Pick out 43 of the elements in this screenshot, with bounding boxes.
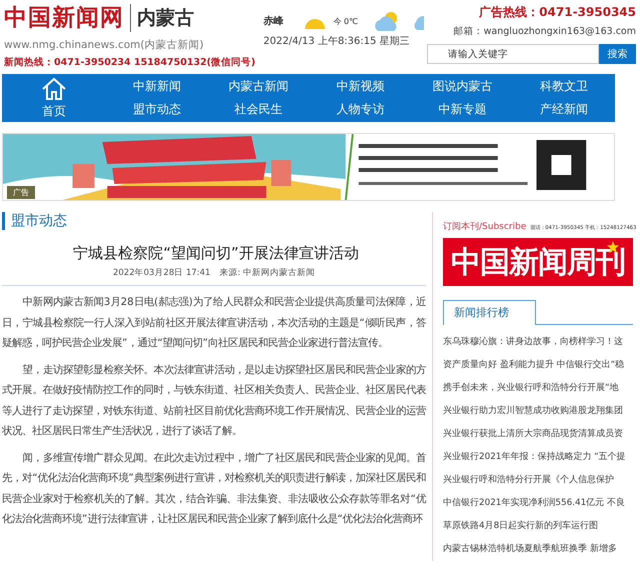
nav-link[interactable]: 中新专题 (411, 101, 514, 118)
search-field[interactable]: 请输入关键字 (427, 44, 599, 64)
ranking-link[interactable]: 草原铁路4月8日起实行新的列车运行图 (443, 515, 633, 538)
site-logo[interactable]: 中国新闻网 (4, 4, 131, 32)
home-icon (41, 76, 67, 100)
article-meta: 2022年03月28日 17:41 来源: 中新网内蒙古新闻 (2, 267, 426, 286)
nav-link[interactable]: 产经新闻 (513, 101, 615, 118)
ranking-link[interactable]: 兴业银行助力宏川智慧成功收购港股龙翔集团 (443, 400, 633, 423)
nav-link[interactable]: 盟市动态 (106, 101, 208, 118)
subscribe-link[interactable]: 订阅本刊/Subscribe (443, 220, 526, 233)
article-paragraph: 中新网内蒙古新闻3月28日电(郝志强)为了给人民群众和民营企业提供高质量司法保障，近日，宁城县检察院一行人深入到站前社区开展法律宣讲活动，本次活动的主题是“倾听民声，答疑解惑，呵护民营企业发展”，通过“望闻问切”向社区居民和民营企业家进行普法宣传。 (2, 295, 426, 351)
ad-hotline: 广告热线：0471-3950345 (479, 4, 636, 21)
section-heading: 盟市动态 (2, 212, 432, 230)
date-time: 2022/4/13 上午8:36:15 星期三 (263, 34, 411, 48)
ranking-tab[interactable]: 新闻排行榜 (443, 300, 536, 325)
email-address: 邮箱：wangluozhongxin163@163.com (454, 25, 636, 38)
magazine-banner[interactable]: 中国新闻周刊 (443, 238, 633, 286)
ranking-link[interactable]: 兴业银行获批上清所大宗商品现货清算成员资 (443, 423, 633, 446)
nav-link[interactable]: 科教文卫 (513, 78, 615, 95)
ranking-link[interactable]: 东乌珠穆沁旗：讲身边故事，向榜样学习！这 (443, 331, 633, 354)
region-title: 内蒙古 (136, 6, 194, 31)
ranking-link[interactable]: 内蒙古锡林浩特机场夏航季航班换季 新增多 (443, 538, 633, 561)
article-paragraph: 望，走访探望彰显检察关怀。本次法律宣讲活动，是以走访探望社区居民和民营企业家的方式开展。在做好疫情防控工作的同时，与铁东街道、社区相关负责人、民营企业、社区居民代表等人进行了走访探望，对铁东街道、站前社区目前优化营商环境工作开展情况、民营企业的运营状况、社区居民日常生产生活状况，进行了谈话了解。 (2, 362, 426, 439)
news-hotline: 新闻热线：0471-3950234 15184750132(微信同号) (4, 56, 256, 69)
ranking-link[interactable]: 兴业银行2021年年报：保持战略定力 “五个提 (443, 446, 633, 469)
nav-link[interactable]: 中新新闻 (106, 78, 208, 95)
ad-label: 广告 (7, 186, 35, 199)
ranking-link[interactable]: 中信银行2021年实现净利润556.41亿元 不良 (443, 492, 633, 515)
article-title: 宁城县检察院“望闻问切”开展法律宣讲活动 (72, 244, 360, 263)
nav-link[interactable]: 内蒙古新闻 (208, 78, 310, 95)
ranking-link[interactable]: 资产质量向好 盈利能力提升 中信银行交出“稳 (443, 354, 633, 377)
weather-temp: 今 0℃ (333, 16, 358, 26)
nav-link[interactable]: 图说内蒙古 (411, 78, 514, 95)
weather-city: 赤峰 (263, 14, 284, 28)
article-paragraph: 闻，多维宣传增广群众见闻。在此次走访过程中，增广了社区居民和民营企业家的见闻。首先，对“优化法治化营商环境”典型案例进行宣讲，对检察机关的职责进行解读，加深社区居民和民营企业家对于检察机关的了解。其次，结合诈骗、非法集资、非法吸收公众存款等罪名对“优化法治化营商环境”进行法律宣讲，让社区居民和民营企业家了解到底什么是“优化法治化营商环 (2, 450, 426, 527)
search-button[interactable]: 搜索 (599, 44, 636, 64)
nav-link[interactable]: 社会民生 (208, 101, 310, 118)
ranking-link[interactable]: 携手创未来，兴业银行呼和浩特分行开展“地 (443, 377, 633, 400)
site-url: www.nmg.chinanews.com(内蒙古新闻) (4, 38, 205, 52)
home-link[interactable]: 首页 (2, 76, 106, 120)
nav-link[interactable]: 人物专访 (310, 101, 412, 118)
ranking-link[interactable]: 兴业银行呼和浩特分行开展《个人信息保护 (443, 469, 633, 492)
nav-link[interactable]: 中新视频 (310, 78, 412, 95)
